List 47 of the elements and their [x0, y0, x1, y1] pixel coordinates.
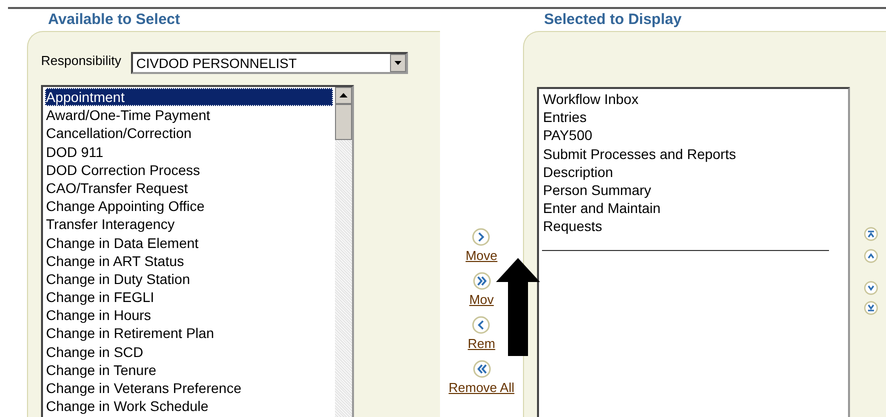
chevron-icon — [472, 360, 490, 378]
list-option[interactable]: Change Appointing Office — [45, 197, 333, 216]
chevron-icon — [472, 316, 490, 334]
list-option[interactable]: Cancellation/Correction — [45, 124, 333, 143]
list-option[interactable]: Change in Work Schedule — [45, 397, 333, 416]
list-option[interactable]: Requests — [542, 217, 846, 236]
chevron-icon — [472, 272, 490, 290]
list-option[interactable]: Person Summary — [542, 180, 846, 200]
section-title: Available to Select — [47, 10, 181, 30]
move-link[interactable]: Mov — [469, 272, 494, 316]
list-option[interactable]: Change in Duty Station — [45, 270, 333, 288]
scrollbar-thumb[interactable] — [335, 104, 352, 140]
list-option[interactable]: PAY500 — [542, 126, 846, 145]
list-option[interactable]: Change in FEGLI — [45, 288, 333, 306]
reorder-icon[interactable] — [864, 249, 878, 263]
reorder-icon[interactable] — [864, 227, 878, 241]
list-option[interactable]: Change in SCD — [45, 342, 333, 361]
list-option[interactable]: Entries — [542, 108, 846, 126]
responsibility-dropdown[interactable]: CIVDOD PERSONNELIST — [131, 52, 408, 74]
reorder-icon[interactable] — [864, 301, 878, 315]
list-option[interactable]: CAO/Transfer Request — [45, 178, 333, 198]
list-option[interactable]: Submit Processes and Reports — [542, 144, 846, 163]
section-title: Selected to Display — [543, 10, 683, 30]
list-option[interactable]: Change in Hours — [45, 306, 333, 324]
list-option[interactable]: Change in Tenure — [45, 360, 333, 379]
list-option[interactable]: Award/One-Time Payment — [45, 106, 333, 124]
list-option[interactable]: Appointment — [45, 88, 333, 106]
list-option[interactable]: Description — [542, 162, 846, 181]
move-link[interactable]: Remove All — [448, 360, 514, 404]
list-option[interactable]: Change in Data Element — [45, 234, 333, 252]
reorder-icon[interactable] — [864, 281, 878, 295]
list-option[interactable]: DOD Correction Process — [45, 160, 333, 179]
list-option[interactable]: Enter and Maintain — [542, 199, 846, 218]
list-option[interactable]: Transfer Interagency — [45, 215, 333, 234]
list-option[interactable]: DOD 911 — [45, 142, 333, 161]
chevron-icon — [472, 228, 490, 246]
list-option[interactable]: Change in ART Status — [45, 252, 333, 270]
move-link[interactable]: Rem — [468, 316, 496, 360]
move-link[interactable]: Move — [466, 228, 498, 272]
list-option[interactable]: Workflow Inbox — [542, 90, 846, 108]
arrow-icon — [496, 258, 540, 358]
list-option[interactable]: Change in Veterans Preference — [45, 379, 333, 398]
list-option[interactable]: Change in Retirement Plan — [45, 324, 333, 343]
scroll-up-icon[interactable] — [335, 87, 352, 104]
field-label: Responsibility — [41, 53, 122, 68]
selected-list[interactable]: Workflow Inbox Entries PAY500 Submit Processes and Reports Description Person Summary Enter and Maintain Requests — [537, 87, 850, 417]
available-list[interactable] — [41, 85, 354, 417]
